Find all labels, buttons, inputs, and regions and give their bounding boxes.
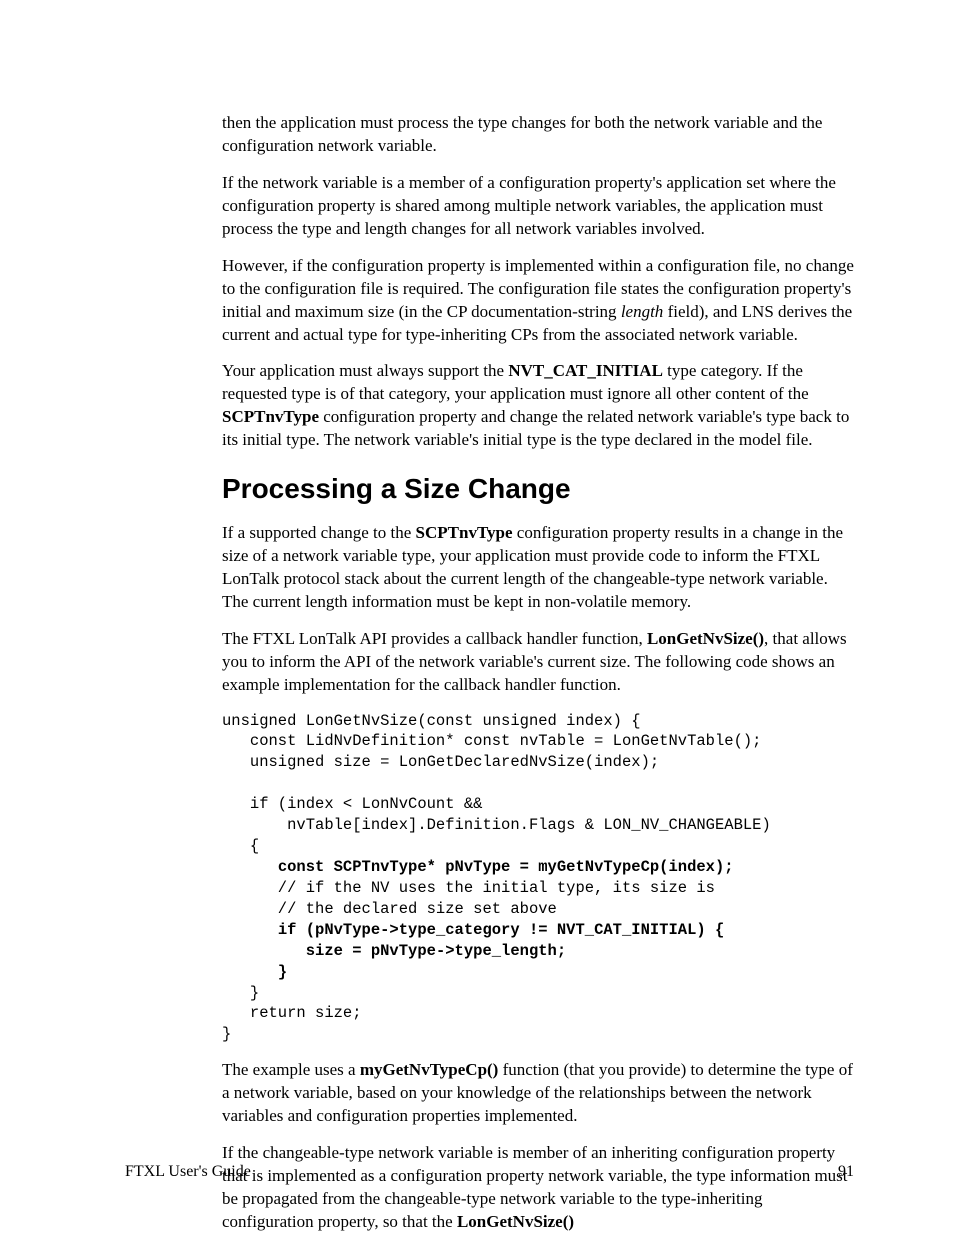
paragraph: The FTXL LonTalk API provides a callback… — [222, 628, 854, 697]
page-footer: FTXL User's Guide 91 — [125, 1161, 854, 1183]
code-line: return size; — [222, 1004, 371, 1022]
bold-text: NVT_CAT_INITIAL — [508, 361, 663, 380]
paragraph: If the network variable is a member of a… — [222, 172, 854, 241]
bold-text: SCPTnvType — [222, 407, 319, 426]
text-run: If a supported change to the — [222, 523, 416, 542]
code-line: } — [222, 1025, 241, 1043]
code-bold: if (pNvType->type_category != NVT_CAT_IN… — [278, 921, 734, 939]
code-bold: const SCPTnvType* pNvType = myGetNvTypeC… — [278, 858, 743, 876]
code-line: const LidNvDefinition* const nvTable = L… — [222, 732, 771, 750]
code-line: unsigned size = LonGetDeclaredNvSize(ind… — [222, 753, 668, 771]
code-line — [222, 858, 278, 876]
paragraph: If the changeable-type network variable … — [222, 1142, 854, 1234]
italic-text: length — [621, 302, 664, 321]
code-line — [222, 942, 306, 960]
paragraph: Your application must always support the… — [222, 360, 854, 452]
paragraph: If a supported change to the SCPTnvType … — [222, 522, 854, 614]
bold-text: LonGetNvSize() — [647, 629, 764, 648]
code-line: unsigned LonGetNvSize(const unsigned ind… — [222, 712, 650, 730]
code-line: } — [222, 984, 269, 1002]
bold-text: myGetNvTypeCp() — [360, 1060, 499, 1079]
text-run: The FTXL LonTalk API provides a callback… — [222, 629, 647, 648]
bold-text: SCPTnvType — [416, 523, 513, 542]
code-block: unsigned LonGetNvSize(const unsigned ind… — [222, 711, 854, 1046]
footer-title: FTXL User's Guide — [125, 1161, 251, 1183]
page-number: 91 — [838, 1161, 854, 1183]
code-line: if (index < LonNvCount && — [222, 795, 492, 813]
paragraph: However, if the configuration property i… — [222, 255, 854, 347]
section-heading: Processing a Size Change — [222, 470, 854, 508]
text-run: The example uses a — [222, 1060, 360, 1079]
bold-text: LonGetNvSize() — [457, 1212, 574, 1231]
code-line: // if the NV uses the initial type, its … — [222, 879, 724, 897]
code-line — [222, 774, 231, 792]
paragraph: then the application must process the ty… — [222, 112, 854, 158]
code-line — [222, 921, 278, 939]
code-line: // the declared size set above — [222, 900, 566, 918]
text-run: Your application must always support the — [222, 361, 508, 380]
code-bold: } — [278, 963, 297, 981]
code-line: { — [222, 837, 269, 855]
code-line — [222, 963, 278, 981]
code-bold: size = pNvType->type_length; — [306, 942, 576, 960]
paragraph: The example uses a myGetNvTypeCp() funct… — [222, 1059, 854, 1128]
code-line: nvTable[index].Definition.Flags & LON_NV… — [222, 816, 780, 834]
